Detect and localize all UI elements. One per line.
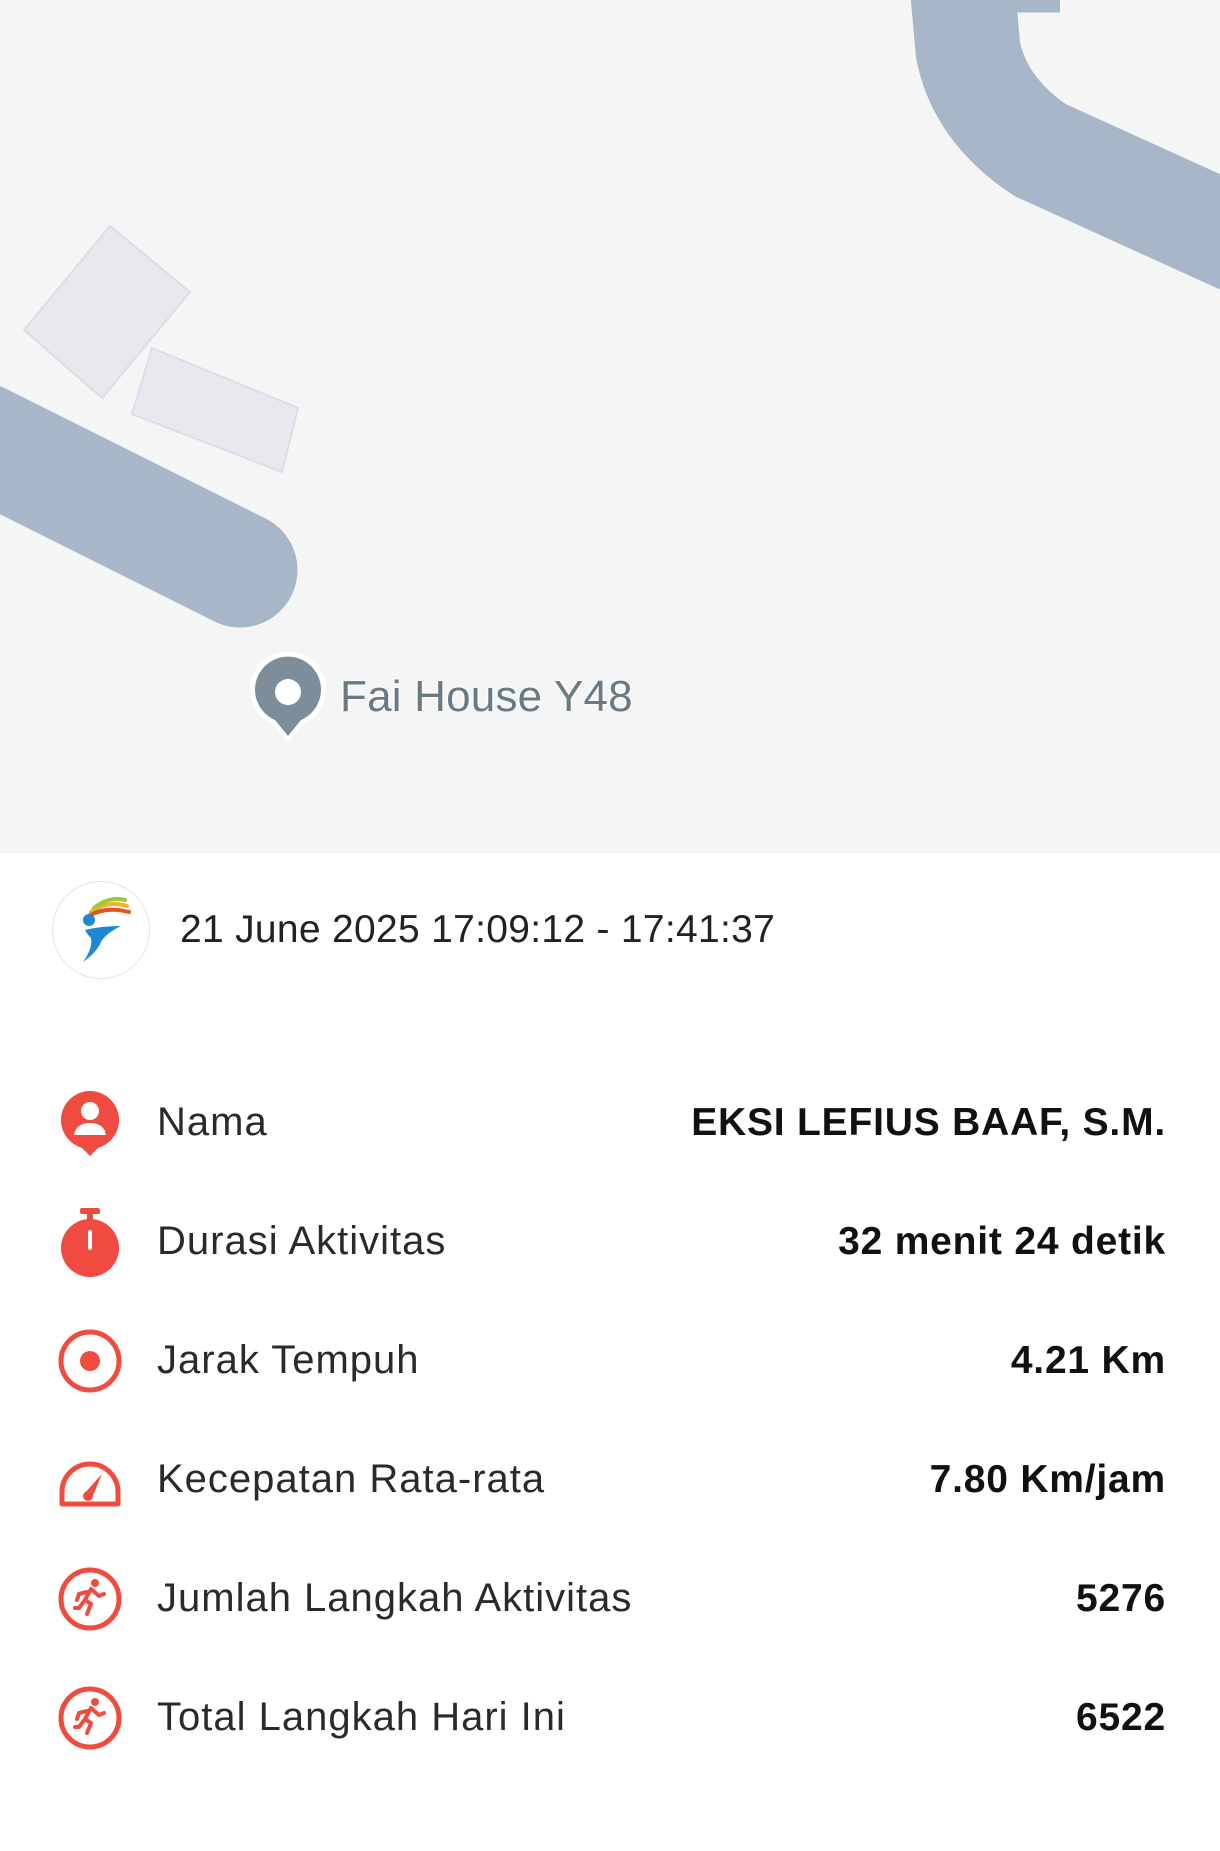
activity-summary-panel: 21 June 2025 17:09:12 - 17:41:37 Nama EK… [0, 853, 1220, 1851]
stat-value: 5276 [1076, 1576, 1166, 1620]
stat-row-total-steps: Total Langkah Hari Ini 6522 [0, 1658, 1220, 1777]
stat-row-activity-steps: Jumlah Langkah Aktivitas 5276 [0, 1539, 1220, 1658]
stat-label: Jumlah Langkah Aktivitas [157, 1576, 633, 1620]
stat-row-speed: Kecepatan Rata-rata 7.80 Km/jam [0, 1420, 1220, 1539]
stat-row-name: Nama EKSI LEFIUS BAAF, S.M. [0, 1063, 1220, 1182]
stat-label: Jarak Tempuh [157, 1338, 420, 1382]
map-canvas [0, 0, 1220, 628]
map-place-label[interactable]: Fai House Y48 [340, 672, 633, 722]
stat-value: EKSI LEFIUS BAAF, S.M. [691, 1100, 1166, 1144]
map-view[interactable]: Fai House Y48 [0, 0, 1220, 853]
stopwatch-icon [56, 1207, 124, 1277]
stats-list: Nama EKSI LEFIUS BAAF, S.M. Durasi Aktiv… [0, 1063, 1220, 1777]
map-road [910, 0, 1220, 290]
running-person-icon [56, 1684, 124, 1752]
runner-logo-icon [52, 881, 150, 979]
stat-label: Total Langkah Hari Ini [157, 1695, 566, 1739]
map-building [130, 346, 300, 474]
session-header: 21 June 2025 17:09:12 - 17:41:37 [52, 881, 775, 979]
stat-row-distance: Jarak Tempuh 4.21 Km [0, 1301, 1220, 1420]
speedometer-icon [56, 1446, 124, 1514]
target-icon [56, 1327, 124, 1395]
session-datetime-range: 21 June 2025 17:09:12 - 17:41:37 [180, 908, 776, 951]
user-pin-icon [56, 1089, 124, 1157]
running-person-icon [56, 1565, 124, 1633]
stat-label: Kecepatan Rata-rata [157, 1457, 546, 1501]
stat-label: Durasi Aktivitas [157, 1219, 447, 1263]
stat-value: 7.80 Km/jam [929, 1457, 1166, 1501]
location-pin-icon[interactable] [246, 650, 330, 746]
stat-row-duration: Durasi Aktivitas 32 menit 24 detik [0, 1182, 1220, 1301]
stat-value: 4.21 Km [1010, 1338, 1166, 1382]
stat-value: 32 menit 24 detik [838, 1219, 1166, 1263]
stat-value: 6522 [1076, 1695, 1166, 1739]
stat-label: Nama [157, 1100, 268, 1144]
map-road [0, 386, 298, 628]
